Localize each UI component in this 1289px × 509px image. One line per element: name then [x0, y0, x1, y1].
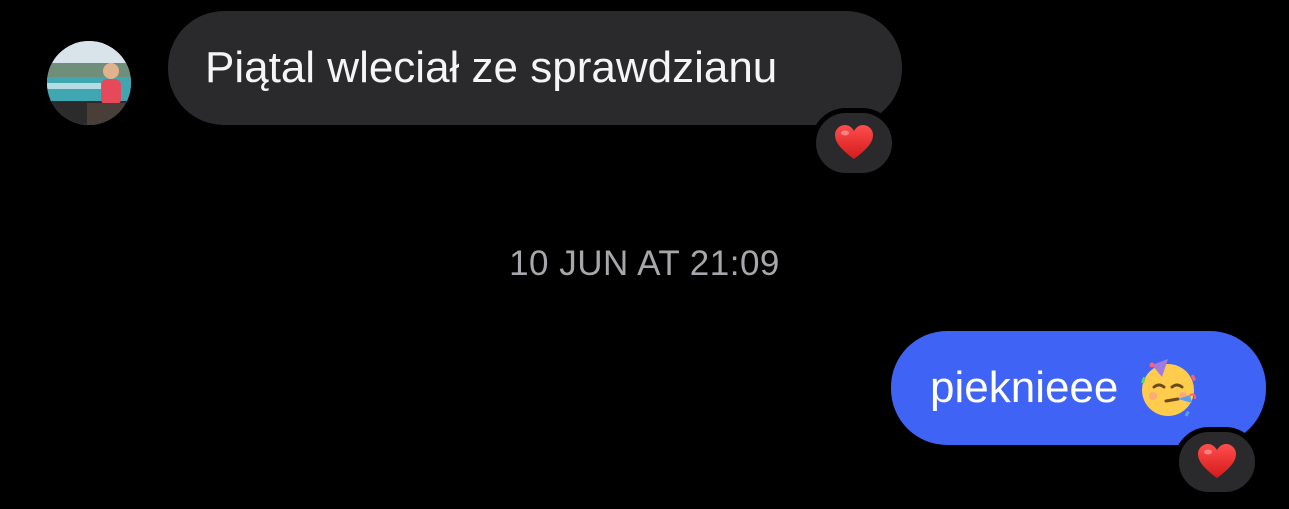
- message-timestamp: 10 JUN AT 21:09: [509, 244, 780, 283]
- red-heart-icon: [1197, 444, 1237, 480]
- outgoing-message-text: pieknieee: [930, 363, 1119, 412]
- partying-face-icon: [1138, 357, 1200, 419]
- incoming-message-text: Piątal wleciał ze sprawdzianu: [205, 43, 778, 92]
- incoming-message-bubble[interactable]: Piątal wleciał ze sprawdzianu: [168, 11, 902, 125]
- outgoing-message-reaction[interactable]: [1174, 427, 1260, 497]
- red-heart-icon: [834, 125, 874, 161]
- sender-avatar[interactable]: [47, 41, 131, 125]
- incoming-message-reaction[interactable]: [811, 108, 897, 178]
